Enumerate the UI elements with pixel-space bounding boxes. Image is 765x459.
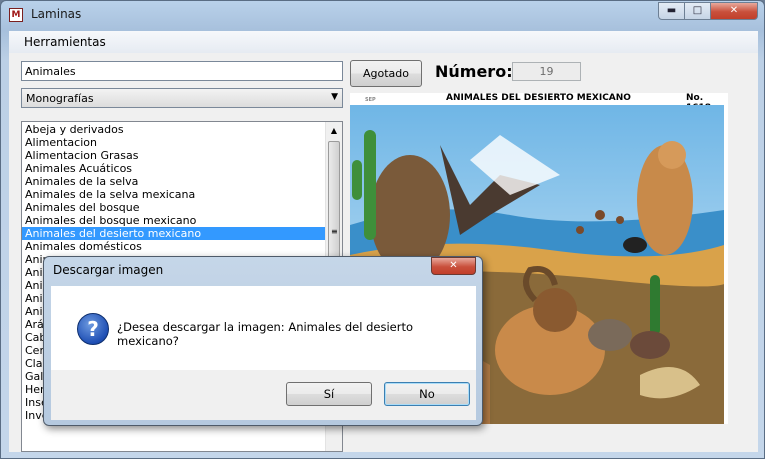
dialog-message-area: ? ¿Desea descargar la imagen: Animales d… — [51, 286, 476, 370]
window-title: Laminas — [31, 7, 82, 21]
title-bar[interactable]: M Laminas ▬ □ ✕ — [1, 1, 764, 29]
list-item[interactable]: Animales de la selva — [22, 175, 325, 188]
close-button[interactable]: ✕ — [710, 2, 758, 20]
dialog-close-button[interactable]: ✕ — [431, 257, 476, 275]
question-icon: ? — [77, 313, 109, 345]
app-icon: M — [9, 8, 23, 22]
no-button[interactable]: No — [384, 382, 470, 406]
list-item[interactable]: Abeja y derivados — [22, 123, 325, 136]
list-item[interactable]: Animales Acuáticos — [22, 162, 325, 175]
lamina-title: ANIMALES DEL DESIERTO MEXICANO — [446, 93, 631, 103]
maximize-button[interactable]: □ — [684, 2, 711, 20]
numero-field: 19 — [512, 62, 581, 81]
agotado-button[interactable]: Agotado — [350, 60, 422, 87]
list-item[interactable]: Alimentacion — [22, 136, 325, 149]
menu-bar: Herramientas — [9, 31, 758, 53]
yes-button[interactable]: Sí — [286, 382, 372, 406]
dialog-title: Descargar imagen — [53, 263, 164, 277]
dialog-message: ¿Desea descargar la imagen: Animales del… — [117, 320, 413, 348]
list-item[interactable]: Animales de la selva mexicana — [22, 188, 325, 201]
category-select[interactable]: Monografías ▼ — [21, 88, 343, 108]
minimize-button[interactable]: ▬ — [658, 2, 685, 20]
list-item[interactable]: Animales del bosque mexicano — [22, 214, 325, 227]
chevron-down-icon[interactable]: ▼ — [331, 92, 338, 102]
menu-herramientas[interactable]: Herramientas — [24, 35, 106, 49]
scroll-up-icon[interactable]: ▲ — [326, 122, 342, 139]
category-select-value: Monografías — [26, 92, 94, 105]
search-input[interactable] — [21, 61, 343, 81]
download-dialog: Descargar imagen ✕ ? ¿Desea descargar la… — [43, 256, 483, 426]
list-item[interactable]: Animales del desierto mexicano — [22, 227, 325, 240]
dialog-body: ? ¿Desea descargar la imagen: Animales d… — [51, 286, 476, 420]
list-item[interactable]: Animales domésticos — [22, 240, 325, 253]
list-item[interactable]: Alimentacion Grasas — [22, 149, 325, 162]
numero-label: Número: — [435, 62, 513, 81]
scroll-grip-icon: ≡ — [331, 227, 338, 236]
lamina-publisher: SEP — [365, 97, 376, 103]
list-item[interactable]: Animales del bosque — [22, 201, 325, 214]
